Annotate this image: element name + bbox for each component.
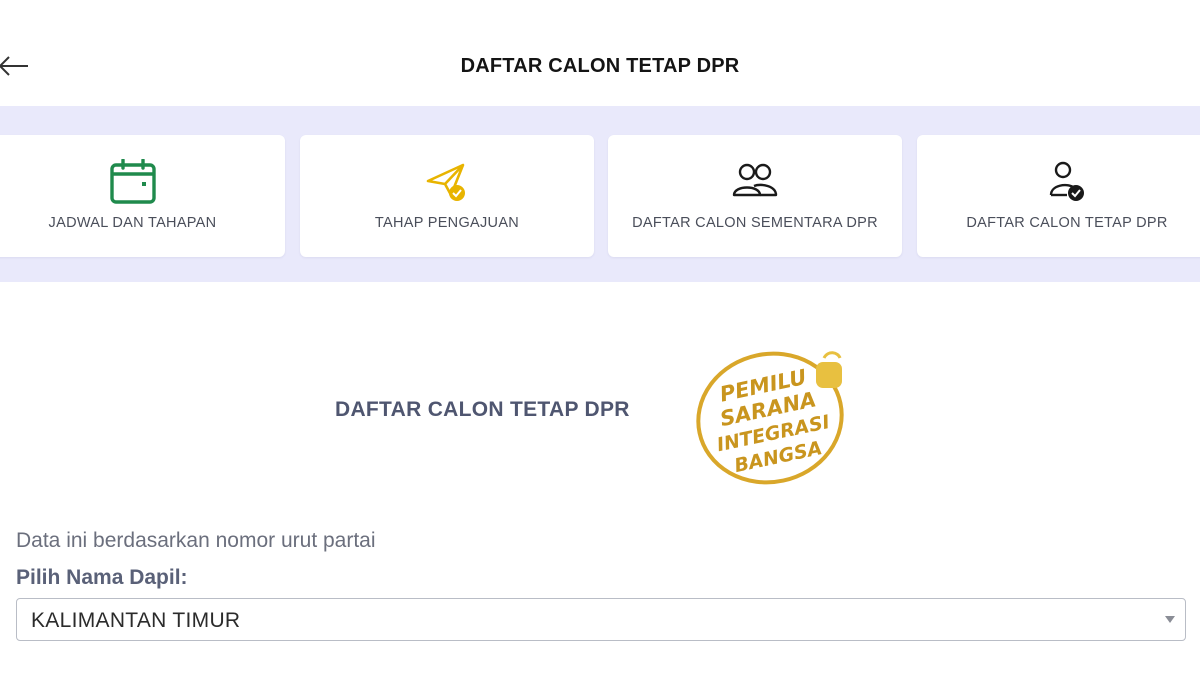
menu-label: DAFTAR CALON SEMENTARA DPR xyxy=(632,215,878,231)
menu-card-calon-sementara[interactable]: DAFTAR CALON SEMENTARA DPR xyxy=(608,135,902,257)
menu-card-pengajuan[interactable]: TAHAP PENGAJUAN xyxy=(300,135,594,257)
section-title: DAFTAR CALON TETAP DPR xyxy=(335,398,630,421)
menu-label: JADWAL DAN TAHAPAN xyxy=(48,215,217,231)
users-icon xyxy=(730,159,780,205)
header: DAFTAR CALON TETAP DPR xyxy=(0,0,1200,105)
menu-card-jadwal[interactable]: JADWAL DAN TAHAPAN xyxy=(0,135,285,257)
dapil-selected-value: KALIMANTAN TIMUR xyxy=(31,609,241,632)
page: DAFTAR CALON TETAP DPR JADWAL DAN TAHAPA… xyxy=(0,0,1200,675)
pemilu-logo: PEMILU SARANA INTEGRASI BANGSA xyxy=(696,351,844,485)
paper-plane-check-icon xyxy=(422,159,472,205)
info-text: Data ini berdasarkan nomor urut partai xyxy=(16,529,376,552)
menu-card-calon-tetap[interactable]: DAFTAR CALON TETAP DPR xyxy=(917,135,1200,257)
page-title: DAFTAR CALON TETAP DPR xyxy=(460,55,740,77)
menu-label: TAHAP PENGAJUAN xyxy=(374,215,520,231)
dapil-select[interactable]: KALIMANTAN TIMUR xyxy=(16,598,1186,641)
dapil-label: Pilih Nama Dapil: xyxy=(16,566,188,589)
calendar-icon xyxy=(108,159,158,205)
menu-label: DAFTAR CALON TETAP DPR xyxy=(966,215,1168,231)
user-check-icon xyxy=(1042,159,1092,205)
chevron-down-icon xyxy=(1165,616,1175,623)
